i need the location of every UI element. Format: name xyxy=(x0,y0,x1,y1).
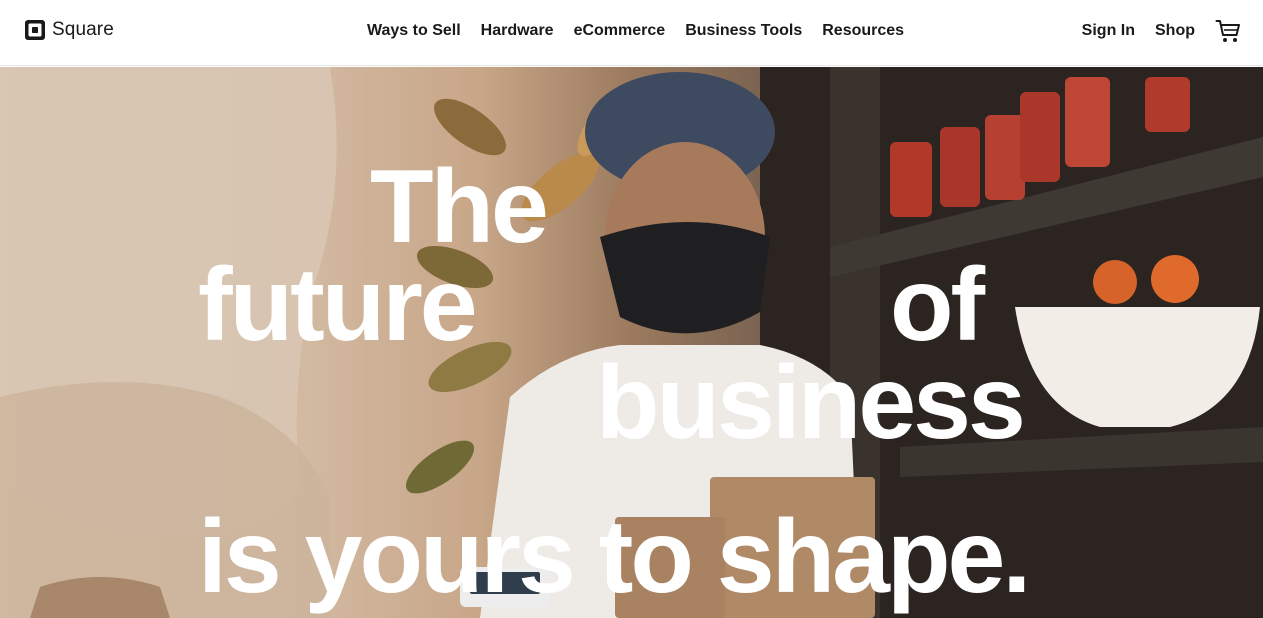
hero-section: The future of business is yours to shape… xyxy=(0,67,1263,618)
nav-actions: Sign In Shop xyxy=(1082,16,1241,46)
sign-in-link[interactable]: Sign In xyxy=(1082,20,1135,42)
nav-business-tools[interactable]: Business Tools xyxy=(685,20,802,42)
headline-the: The xyxy=(370,149,549,265)
top-navigation: Square Ways to Sell Hardware eCommerce B… xyxy=(0,0,1263,66)
nav-ways-to-sell[interactable]: Ways to Sell xyxy=(367,20,461,42)
nav-ecommerce[interactable]: eCommerce xyxy=(574,20,666,42)
headline-business: business xyxy=(596,345,1026,461)
headline-is-yours-to-shape: is yours to shape. xyxy=(198,499,1031,615)
square-logo-icon xyxy=(25,20,45,40)
headline-future: future xyxy=(198,247,478,363)
headline-of: of xyxy=(890,247,985,363)
shopping-cart-icon[interactable] xyxy=(1215,18,1241,44)
main-nav: Ways to Sell Hardware eCommerce Business… xyxy=(367,19,904,43)
shop-link[interactable]: Shop xyxy=(1155,20,1195,42)
square-logo[interactable]: Square xyxy=(24,18,114,42)
nav-hardware[interactable]: Hardware xyxy=(481,20,554,42)
brand-name: Square xyxy=(52,19,114,40)
nav-resources[interactable]: Resources xyxy=(822,20,904,42)
